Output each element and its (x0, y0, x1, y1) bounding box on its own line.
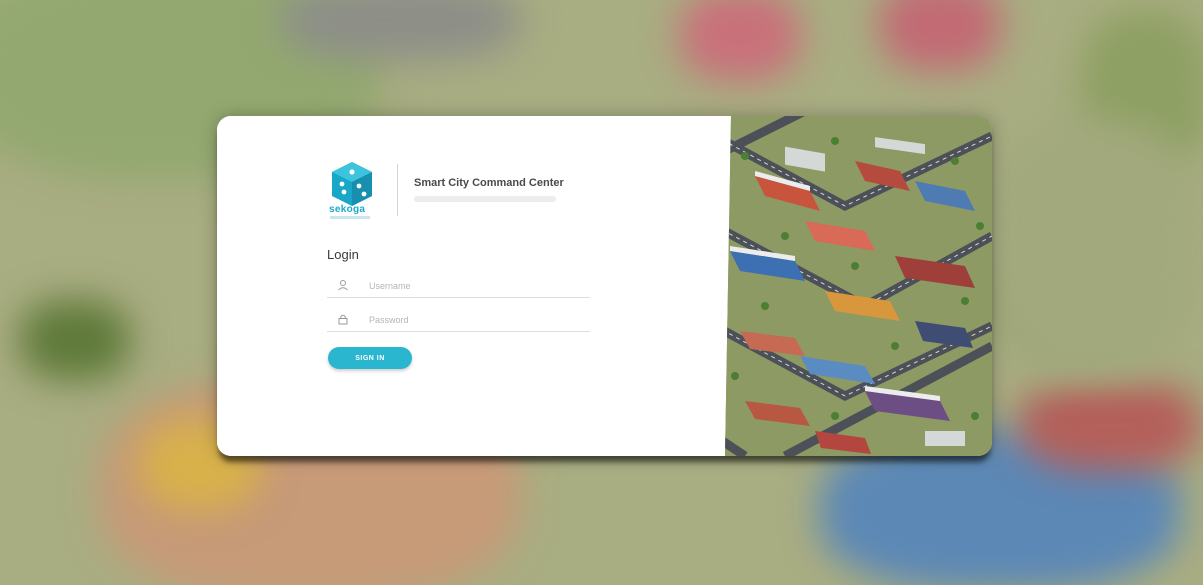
username-field (327, 275, 590, 298)
isometric-city-image (725, 116, 992, 456)
username-input[interactable] (367, 277, 581, 295)
logo-tagline-bar (330, 216, 370, 219)
user-icon (338, 280, 348, 291)
password-input[interactable] (367, 311, 581, 329)
logo-text: sekoga (329, 204, 366, 215)
app-subtitle-bar (414, 196, 556, 202)
app-title: Smart City Command Center (414, 177, 564, 189)
city-illustration (725, 116, 992, 456)
sign-in-button[interactable]: SIGN IN (328, 347, 412, 369)
login-heading: Login (327, 247, 359, 262)
password-field (327, 309, 590, 332)
lock-icon (338, 314, 348, 325)
login-panel: sekoga Smart City Command Center Login S… (217, 116, 729, 456)
login-card: sekoga Smart City Command Center Login S… (217, 116, 992, 456)
brand-divider (397, 164, 398, 216)
